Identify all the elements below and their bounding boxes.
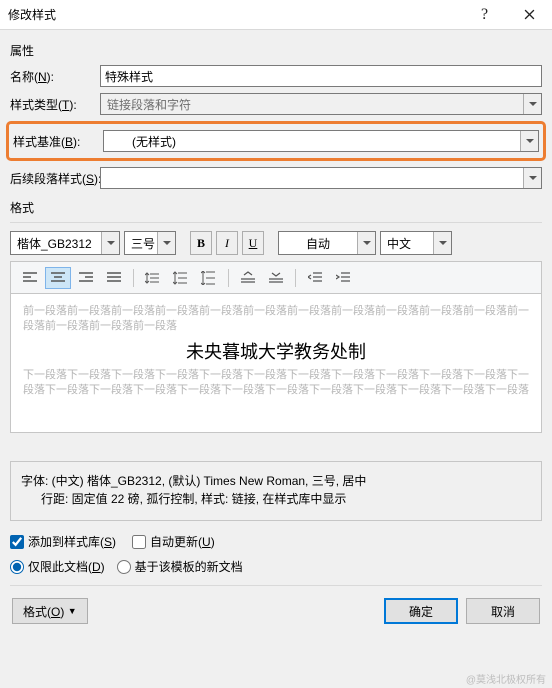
type-label: 样式类型(T): [10, 96, 100, 113]
preview-before-text: 前一段落前一段落前一段落前一段落前一段落前一段落前一段落前一段落前一段落前一段落… [23, 304, 529, 334]
font-family-select[interactable]: 楷体_GB2312 [10, 231, 120, 255]
chevron-down-icon[interactable] [520, 131, 538, 151]
align-center-button[interactable] [45, 267, 71, 289]
close-button[interactable] [507, 0, 552, 30]
based-on-template-radio[interactable]: 基于该模板的新文档 [117, 558, 243, 575]
align-justify-button[interactable] [101, 267, 127, 289]
watermark: @莫浅北极权所有 [466, 671, 546, 686]
indent-decrease-button[interactable] [302, 267, 328, 289]
chevron-down-icon[interactable] [101, 232, 119, 254]
chevron-down-icon[interactable] [357, 232, 375, 254]
next-label: 后续段落样式(S): [10, 170, 100, 187]
only-this-doc-radio[interactable]: 仅限此文档(D) [10, 558, 105, 575]
preview-pane: 前一段落前一段落前一段落前一段落前一段落前一段落前一段落前一段落前一段落前一段落… [10, 293, 542, 433]
font-color-select[interactable]: 自动 [278, 231, 376, 255]
style-type-select: 链接段落和字符 [100, 93, 542, 115]
base-label: 样式基准(B): [13, 133, 103, 150]
style-base-highlight: 样式基准(B): (无样式) [6, 121, 546, 161]
format-toolbar-1: 楷体_GB2312 三号 B I U 自动 中文 [10, 231, 542, 255]
ok-button[interactable]: 确定 [384, 598, 458, 624]
chevron-down-icon [523, 94, 541, 114]
desc-line2: 行距: 固定值 22 磅, 孤行控制, 样式: 链接, 在样式库中显示 [21, 490, 531, 508]
style-base-value: (无样式) [104, 133, 520, 150]
space-before-dec-button[interactable] [263, 267, 289, 289]
add-to-library-checkbox[interactable]: 添加到样式库(S) [10, 533, 116, 550]
next-style-select[interactable] [100, 167, 542, 189]
font-size-select[interactable]: 三号 [124, 231, 176, 255]
chevron-down-icon[interactable] [523, 168, 541, 188]
line-spacing-2-button[interactable] [168, 267, 194, 289]
divider [10, 222, 542, 223]
desc-line1: 字体: (中文) 楷体_GB2312, (默认) Times New Roman… [21, 472, 531, 490]
align-right-button[interactable] [73, 267, 99, 289]
preview-main-text: 未央暮城大学教务处制 [23, 338, 529, 364]
divider [10, 585, 542, 586]
chevron-down-icon[interactable] [157, 232, 175, 254]
style-description: 字体: (中文) 楷体_GB2312, (默认) Times New Roman… [10, 461, 542, 521]
style-base-select[interactable]: (无样式) [103, 130, 539, 152]
auto-update-checkbox[interactable]: 自动更新(U) [132, 533, 215, 550]
line-spacing-3-button[interactable] [196, 267, 222, 289]
format-toolbar-2 [10, 261, 542, 293]
cancel-button[interactable]: 取消 [466, 598, 540, 624]
style-type-value: 链接段落和字符 [101, 96, 523, 113]
chevron-down-icon[interactable] [433, 232, 451, 254]
bold-button[interactable]: B [190, 231, 212, 255]
align-left-button[interactable] [17, 267, 43, 289]
help-button[interactable]: ? [462, 0, 507, 30]
space-before-inc-button[interactable] [235, 267, 261, 289]
title-bar: 修改样式 ? [0, 0, 552, 30]
format-menu-button[interactable]: 格式(O) ▼ [12, 598, 88, 624]
preview-after-text: 下一段落下一段落下一段落下一段落下一段落下一段落下一段落下一段落下一段落下一段落… [23, 368, 529, 398]
name-input[interactable] [100, 65, 542, 87]
italic-button[interactable]: I [216, 231, 238, 255]
window-title: 修改样式 [8, 6, 462, 23]
format-section-label: 格式 [10, 199, 542, 216]
name-label: 名称(N): [10, 68, 100, 85]
language-select[interactable]: 中文 [380, 231, 452, 255]
properties-section-label: 属性 [10, 42, 542, 59]
indent-increase-button[interactable] [330, 267, 356, 289]
line-spacing-1-button[interactable] [140, 267, 166, 289]
underline-button[interactable]: U [242, 231, 264, 255]
